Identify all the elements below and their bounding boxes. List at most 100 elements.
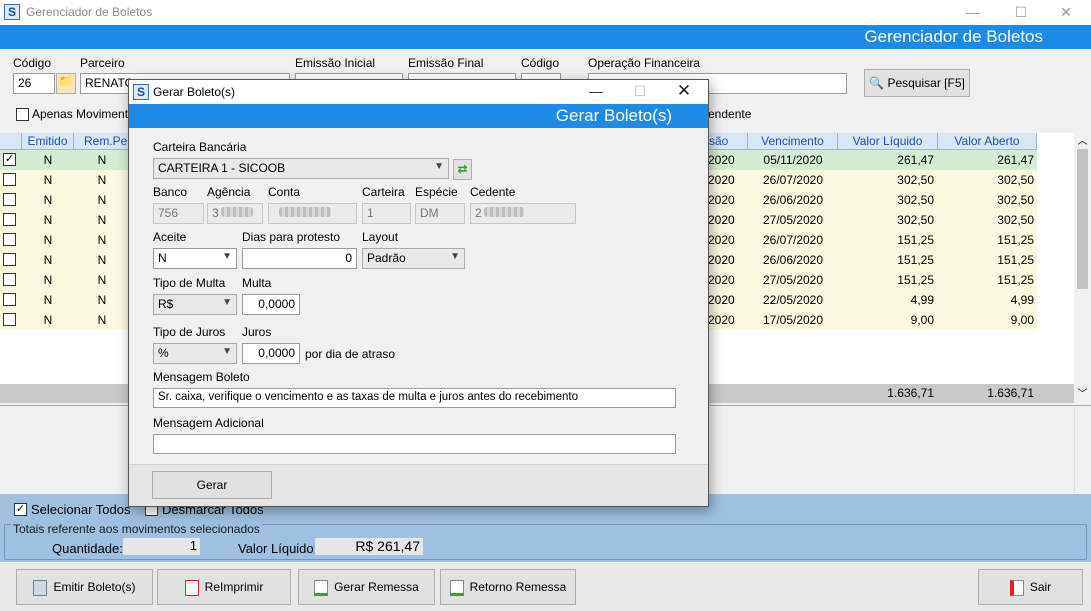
scroll-thumb[interactable]: [1077, 149, 1088, 289]
row-checkbox[interactable]: ✓: [0, 150, 22, 170]
chevron-down-icon: ▼: [222, 251, 232, 262]
juros-input[interactable]: 0,0000: [242, 343, 300, 364]
gerar-remessa-label: Gerar Remessa: [334, 580, 419, 594]
refresh-icon[interactable]: ⇄: [453, 159, 472, 180]
dias-protesto-label: Dias para protesto: [242, 230, 341, 244]
dialog-maximize-button[interactable]: ☐: [620, 83, 660, 100]
row-checkbox[interactable]: [0, 290, 22, 310]
grid-header-valor-liquido[interactable]: Valor Líquido: [838, 133, 938, 150]
codigo-input[interactable]: 26: [13, 73, 55, 94]
checkbox-icon[interactable]: [3, 313, 16, 326]
pesquisar-label: Pesquisar [F5]: [887, 76, 965, 90]
row-checkbox[interactable]: [0, 310, 22, 330]
scroll-up-icon[interactable]: ︿: [1074, 133, 1091, 150]
row-emissao: 2020: [708, 273, 735, 287]
retorno-remessa-button[interactable]: Retorno Remessa: [440, 569, 576, 605]
mensagem-boleto-input[interactable]: Sr. caixa, verifique o vencimento e as t…: [153, 388, 676, 408]
valor-liquido-value: R$ 261,47: [315, 538, 423, 555]
gerar-remessa-button[interactable]: Gerar Remessa: [298, 569, 435, 605]
sair-button[interactable]: Sair: [978, 569, 1083, 605]
chevron-down-icon: ▼: [434, 161, 444, 172]
banco-label: Banco: [153, 185, 188, 199]
tipo-juros-select[interactable]: % ▼: [153, 343, 237, 364]
row-rem-pen: N: [97, 253, 107, 267]
agencia-input[interactable]: 3: [207, 203, 263, 224]
multa-input[interactable]: 0,0000: [242, 294, 300, 315]
checkbox-icon[interactable]: ✓: [3, 153, 16, 166]
tipo-multa-select[interactable]: R$ ▼: [153, 294, 237, 315]
close-button[interactable]: ✕: [1043, 0, 1089, 25]
minimize-button[interactable]: —: [950, 0, 996, 25]
row-emitido: N: [43, 173, 53, 187]
maximize-button[interactable]: ☐: [998, 0, 1044, 25]
mensagem-adicional-input[interactable]: [153, 434, 676, 454]
quantidade-value: 1: [123, 538, 200, 555]
detail-scrollbar[interactable]: [1074, 406, 1091, 493]
grid-header-rem-pen[interactable]: Rem.Pen: [74, 133, 134, 150]
chevron-down-icon: ▼: [222, 297, 232, 308]
apenas-movimento-label: Apenas Movimento: [32, 107, 135, 121]
cedente-input[interactable]: 2: [470, 203, 576, 224]
row-checkbox[interactable]: [0, 170, 22, 190]
checkbox-icon[interactable]: [3, 253, 16, 266]
folder-search-icon[interactable]: 📁: [56, 73, 76, 94]
conta-input[interactable]: [268, 203, 357, 224]
dialog-titlebar: S Gerar Boleto(s) — ☐ ✕: [129, 80, 708, 104]
row-valor-liquido: 261,47: [897, 153, 934, 167]
row-valor-liquido: 302,50: [897, 213, 934, 227]
multa-label: Multa: [242, 276, 272, 290]
aceite-select[interactable]: N ▼: [153, 248, 237, 269]
carteira-bancaria-select[interactable]: CARTEIRA 1 - SICOOB ▼: [153, 158, 449, 179]
carteira-input[interactable]: 1: [362, 203, 411, 224]
row-emitido: N: [43, 233, 53, 247]
checkbox-icon[interactable]: [3, 233, 16, 246]
row-checkbox[interactable]: [0, 190, 22, 210]
gerar-button[interactable]: Gerar: [152, 471, 272, 499]
main-banner: Gerenciador de Boletos: [0, 25, 1091, 49]
conta-label: Conta: [268, 185, 301, 199]
grid-header-emitido[interactable]: Emitido: [22, 133, 74, 150]
row-vencimento: 26/06/2020: [762, 193, 824, 207]
dialog-close-button[interactable]: ✕: [664, 81, 704, 101]
row-rem-pen: N: [97, 233, 107, 247]
row-valor-liquido: 151,25: [897, 273, 934, 287]
row-checkbox[interactable]: [0, 230, 22, 250]
row-emissao: 2020: [708, 253, 735, 267]
file-add-icon: [314, 579, 329, 596]
grid-vertical-scrollbar[interactable]: ︿ ﹀: [1074, 133, 1091, 403]
grid-header-emissao[interactable]: são: [708, 133, 748, 150]
selecionar-todos-label[interactable]: Selecionar Todos: [31, 502, 131, 517]
row-checkbox[interactable]: [0, 250, 22, 270]
pesquisar-button[interactable]: 🔍 Pesquisar [F5]: [864, 69, 970, 97]
dialog-minimize-button[interactable]: —: [576, 83, 616, 99]
search-icon: 🔍: [869, 76, 885, 90]
layout-select[interactable]: Padrão ▼: [362, 248, 465, 269]
row-checkbox[interactable]: [0, 270, 22, 290]
checkbox-icon[interactable]: [3, 193, 16, 206]
gerar-boletos-dialog: S Gerar Boleto(s) — ☐ ✕ Gerar Boleto(s) …: [128, 79, 709, 507]
row-emitido: N: [43, 273, 53, 287]
grid-header-vencimento[interactable]: Vencimento: [748, 133, 838, 150]
apenas-movimento-checkbox[interactable]: [16, 108, 29, 121]
especie-input[interactable]: DM: [415, 203, 465, 224]
reimprimir-button[interactable]: ReImprimir: [157, 569, 291, 605]
row-valor-aberto: 261,47: [997, 153, 1034, 167]
row-emitido: N: [43, 193, 53, 207]
reimprimir-label: ReImprimir: [204, 580, 264, 594]
carteira-label: Carteira: [362, 185, 405, 199]
selecionar-todos-checkbox[interactable]: ✓: [14, 503, 27, 516]
row-checkbox[interactable]: [0, 210, 22, 230]
checkbox-icon[interactable]: [3, 213, 16, 226]
checkbox-icon[interactable]: [3, 293, 16, 306]
row-valor-aberto: 302,50: [997, 213, 1034, 227]
dialog-app-icon: S: [133, 84, 149, 100]
dias-protesto-input[interactable]: 0: [242, 248, 357, 269]
row-emissao: 2020: [708, 233, 735, 247]
checkbox-icon[interactable]: [3, 273, 16, 286]
emitir-boletos-button[interactable]: Emitir Boleto(s): [16, 569, 153, 605]
scroll-down-icon[interactable]: ﹀: [1074, 386, 1091, 403]
banco-input[interactable]: 756: [153, 203, 204, 224]
checkbox-icon[interactable]: [3, 173, 16, 186]
grid-header-valor-aberto[interactable]: Valor Aberto: [938, 133, 1037, 150]
carteira-bancaria-label: Carteira Bancária: [153, 140, 247, 154]
